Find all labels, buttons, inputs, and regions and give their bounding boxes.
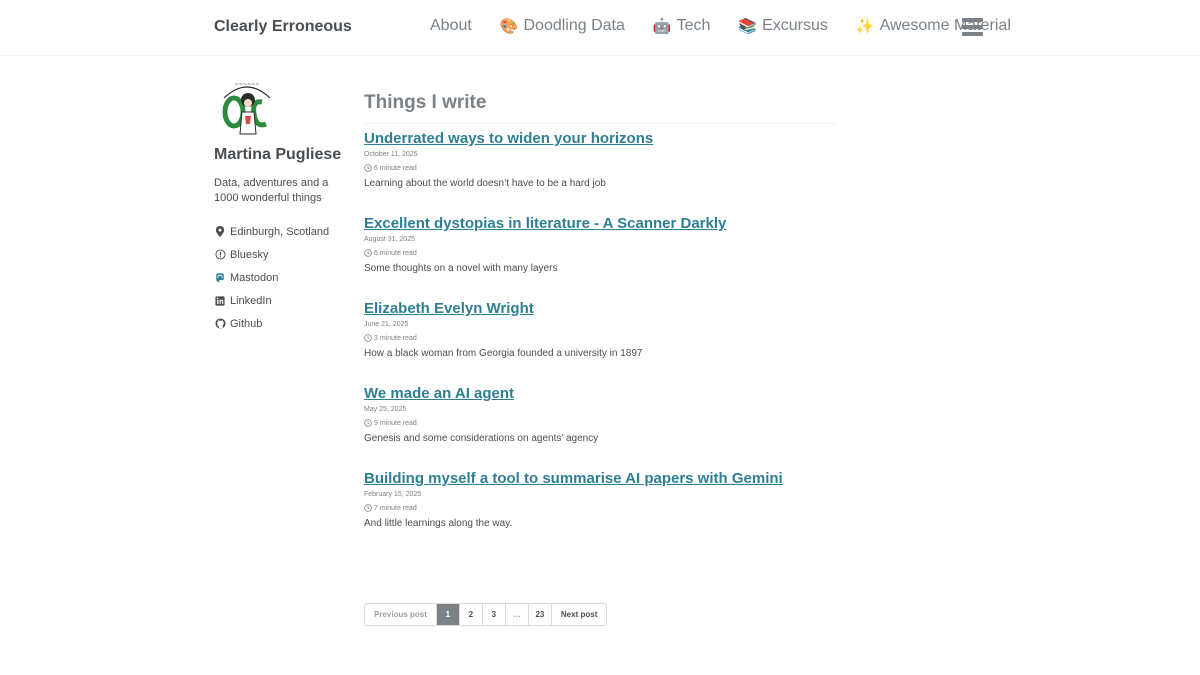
clock-icon [364,164,372,172]
read-time-label: 6 minute read [374,249,417,257]
author-location: Edinburgh, Scotland [214,220,354,243]
post-item: Underrated ways to widen your horizons O… [364,130,836,189]
post-date: May 25, 2025 [364,406,407,413]
nav-label: Doodling Data [523,17,625,34]
clock-icon [364,334,372,342]
clock-icon [364,249,372,257]
main-nav: About 🎨 Doodling Data 🤖 Tech 📚 Excursus … [430,17,1039,35]
author-links: Edinburgh, Scotland Bluesky Mastodon Lin… [214,220,354,335]
author-bio: Data, adventures and a 1000 wonderful th… [214,177,329,204]
location-label: Edinburgh, Scotland [230,225,330,238]
nav-label: Excursus [762,17,828,34]
mastodon-icon [214,272,226,284]
svg-text:~~~~~~: ~~~~~~ [234,82,259,88]
clock-icon [364,419,372,427]
robot-icon: 🤖 [652,17,672,35]
masthead: Clearly Erroneous About 🎨 Doodling Data … [0,0,1200,56]
next-post-button[interactable]: Next post [552,604,606,625]
post-title-link[interactable]: We made an AI agent [364,385,514,403]
previous-post-button: Previous post [365,604,437,625]
post-date: October 11, 2025 [364,151,418,158]
page-link-last[interactable]: 23 [529,604,552,625]
nav-link-about[interactable]: About [430,17,472,35]
post-excerpt: Learning about the world doesn’t have to… [364,178,606,189]
main-content: Things I write Underrated ways to widen … [364,92,836,529]
author-link-bluesky[interactable]: Bluesky [214,243,354,266]
avatar: ~~~~~~ [214,72,280,138]
linkedin-icon [214,295,226,307]
post-excerpt: And little learnings along the way. [364,518,513,529]
bluesky-label: Bluesky [230,248,269,261]
page-link[interactable]: 3 [483,604,506,625]
author-sidebar: ~~~~~~ Martina Pugliese Data, adventures… [214,72,354,335]
post-title-link[interactable]: Underrated ways to widen your horizons [364,130,653,148]
page-link-current[interactable]: 1 [436,604,460,625]
pagination: Previous post 1 2 3 … 23 Next post [364,603,608,626]
author-link-mastodon[interactable]: Mastodon [214,266,354,289]
author-name: Martina Pugliese [214,146,342,163]
post-title-link[interactable]: Elizabeth Evelyn Wright [364,300,534,318]
hamburger-bar [962,32,983,36]
post-excerpt: How a black woman from Georgia founded a… [364,348,643,359]
github-icon [214,318,226,330]
github-label: Github [230,317,263,330]
post-read-time: 3 minute read [364,334,836,342]
read-time-label: 7 minute read [374,504,417,512]
post-read-time: 6 minute read [364,249,836,257]
linkedin-label: LinkedIn [230,294,272,307]
sparkles-icon: ✨ [855,17,875,35]
post-date: February 15, 2025 [364,491,422,498]
avatar-illustration: ~~~~~~ [214,72,280,138]
nav-label: About [430,17,472,34]
map-marker-icon [214,226,226,238]
post-excerpt: Some thoughts on a novel with many layer… [364,263,558,274]
post-read-time: 9 minute read [364,419,836,427]
page-link[interactable]: 2 [460,604,483,625]
nav-link-doodling-data[interactable]: 🎨 Doodling Data [500,17,625,35]
post-excerpt: Genesis and some considerations on agent… [364,433,599,444]
post-item: Building myself a tool to summarise AI p… [364,470,836,529]
bluesky-icon [214,249,226,261]
site-title-link[interactable]: Clearly Erroneous [214,18,352,36]
post-title-link[interactable]: Excellent dystopias in literature - A Sc… [364,215,726,233]
nav-link-tech[interactable]: 🤖 Tech [653,17,710,35]
hamburger-bar [962,25,983,29]
palette-icon: 🎨 [499,17,519,35]
page-ellipsis: … [506,604,529,625]
post-date: August 31, 2025 [364,236,415,243]
read-time-label: 6 minute read [374,164,417,172]
post-item: Elizabeth Evelyn Wright June 21, 2025 3 … [364,300,836,359]
clock-icon [364,504,372,512]
nav-link-excursus[interactable]: 📚 Excursus [738,17,827,35]
nav-link-awesome-material[interactable]: ✨ Awesome Material [856,17,1011,35]
nav-label: Awesome Material [879,17,1011,34]
page-title: Things I write [364,92,836,124]
author-link-github[interactable]: Github [214,312,354,335]
post-date: June 21, 2025 [364,321,409,328]
hamburger-menu-icon[interactable] [962,18,983,36]
hamburger-bar [962,18,983,22]
nav-label: Tech [676,17,711,34]
author-link-linkedin[interactable]: LinkedIn [214,289,354,312]
books-icon: 📚 [738,17,758,35]
read-time-label: 3 minute read [374,334,417,342]
post-title-link[interactable]: Building myself a tool to summarise AI p… [364,470,783,488]
post-read-time: 6 minute read [364,164,836,172]
mastodon-label: Mastodon [230,271,279,284]
post-item: We made an AI agent May 25, 2025 9 minut… [364,385,836,444]
read-time-label: 9 minute read [374,419,417,427]
post-item: Excellent dystopias in literature - A Sc… [364,215,836,274]
post-read-time: 7 minute read [364,504,836,512]
